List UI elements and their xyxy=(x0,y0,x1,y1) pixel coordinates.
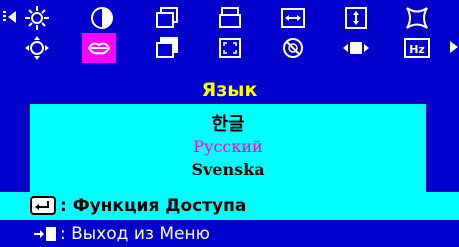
exit-hint-row: : Выход из Меню xyxy=(0,220,459,247)
language-icon[interactable] xyxy=(82,33,116,63)
enter-key-icon xyxy=(30,196,56,215)
language-list: 한글 Русский Svenska xyxy=(30,104,426,192)
osd-menu: Hz Язык 한글 Русский Svenska : Функция Дос… xyxy=(0,0,459,247)
exit-hint-label: : Выход из Меню xyxy=(60,224,210,244)
scroll-right-arrow-icon[interactable] xyxy=(450,41,458,53)
brightness-icon[interactable] xyxy=(20,3,54,33)
access-hint-label: : Функция Доступа xyxy=(60,196,247,216)
v-size-icon[interactable] xyxy=(339,3,373,33)
frequency-label: Hz xyxy=(409,43,425,56)
scroll-left-dots xyxy=(3,11,6,23)
language-option-swedish[interactable]: Svenska xyxy=(30,160,426,179)
contrast-icon[interactable] xyxy=(85,3,119,33)
size-icon[interactable] xyxy=(213,3,247,33)
access-hint-row: : Функция Доступа xyxy=(0,192,459,220)
moire-icon[interactable] xyxy=(339,33,373,63)
image-position-icon[interactable] xyxy=(20,33,54,63)
recall-icon[interactable] xyxy=(150,33,184,63)
language-option-korean[interactable]: 한글 xyxy=(30,110,426,136)
h-size-icon[interactable] xyxy=(276,3,310,33)
scroll-left-arrow-icon[interactable] xyxy=(8,11,16,23)
menu-title: Язык xyxy=(201,79,258,101)
pincushion-icon[interactable] xyxy=(400,3,434,33)
exit-door-icon xyxy=(34,227,56,241)
zoom-icon[interactable] xyxy=(213,33,247,63)
language-option-russian[interactable]: Русский xyxy=(30,137,426,156)
frequency-icon[interactable]: Hz xyxy=(400,33,434,63)
degauss-icon[interactable] xyxy=(276,33,310,63)
position-icon[interactable] xyxy=(150,3,184,33)
